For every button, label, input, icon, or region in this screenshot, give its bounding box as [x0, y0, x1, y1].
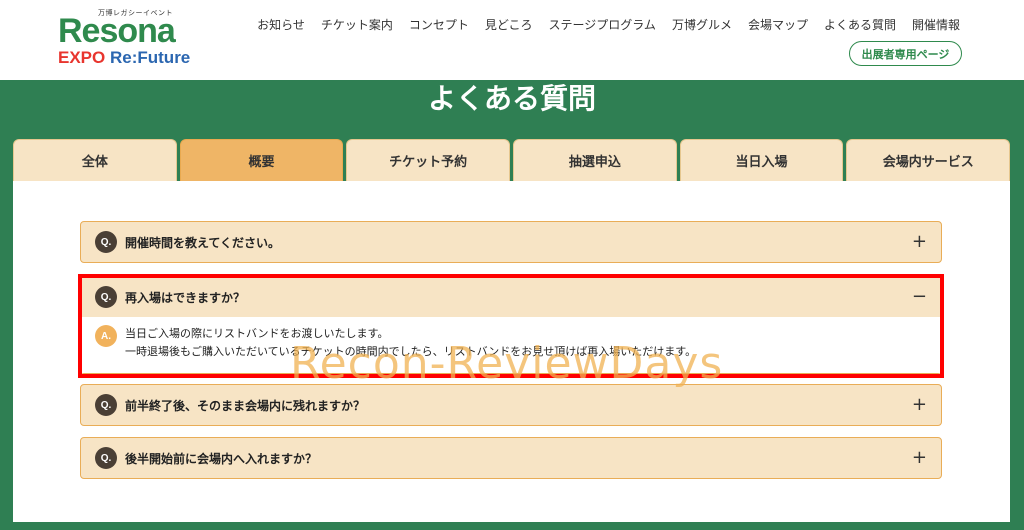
nav-concept[interactable]: コンセプト [409, 16, 469, 33]
tab-same-day-entry[interactable]: 当日入場 [679, 139, 844, 181]
logo-brand: Resona [58, 12, 176, 50]
faq-item: Q. 後半開始前に会場内へ入れますか？ + [80, 437, 942, 479]
nav-highlights[interactable]: 見どころ [485, 16, 533, 33]
minus-icon[interactable]: − [912, 288, 927, 306]
nav-venue-map[interactable]: 会場マップ [748, 16, 808, 33]
faq-question: 後半開始前に会場内へ入れますか？ [125, 451, 318, 466]
plus-icon[interactable]: + [912, 396, 927, 414]
question-badge: Q. [95, 394, 117, 416]
logo-refuture: Re:Future [109, 48, 191, 67]
nav-tickets[interactable]: チケット案内 [321, 16, 393, 33]
nav-gourmet[interactable]: 万博グルメ [672, 16, 732, 33]
faq-question-row[interactable]: Q. 再入場はできますか？ − [81, 277, 941, 317]
site-header: 万博レガシーイベント Resona EXPO Re:Future お知らせ チケ… [0, 0, 1024, 80]
faq-question: 再入場はできますか？ [125, 290, 246, 305]
question-badge: Q. [95, 286, 117, 308]
faq-item-expanded: Q. 再入場はできますか？ − A. 当日ご入場の際にリストバンドをお渡しいたし… [80, 276, 942, 374]
tab-overview[interactable]: 概要 [179, 139, 344, 181]
category-tabs: 全体 概要 チケット予約 抽選申込 当日入場 会場内サービス [13, 139, 1011, 181]
faq-question-row[interactable]: Q. 後半開始前に会場内へ入れますか？ + [81, 438, 941, 478]
faq-answer: A. 当日ご入場の際にリストバンドをお渡しいたします。 一時退場後もご購入いただ… [81, 317, 941, 373]
logo-expo: EXPO [58, 48, 106, 67]
faq-item: Q. 前半終了後、そのまま会場内に残れますか？ + [80, 384, 942, 426]
answer-line-1: 当日ご入場の際にリストバンドをお渡しいたします。 [125, 327, 389, 340]
answer-badge: A. [95, 325, 117, 347]
page-title: よくある質問 [427, 82, 596, 115]
faq-question: 開催時間を教えてください。 [125, 235, 281, 250]
faq-question-row[interactable]: Q. 開催時間を教えてください。 + [81, 222, 941, 262]
nav-faq[interactable]: よくある質問 [824, 16, 896, 33]
nav-news[interactable]: お知らせ [257, 16, 305, 33]
faq-question: 前半終了後、そのまま会場内に残れますか？ [125, 398, 366, 413]
plus-icon[interactable]: + [912, 449, 927, 467]
tab-venue-services[interactable]: 会場内サービス [846, 139, 1011, 181]
nav-stage-program[interactable]: ステージプログラム [549, 16, 656, 33]
answer-line-2: 一時退場後もご購入いただいているチケットの時間内でしたら、リストバンドをお見せ頂… [125, 345, 697, 358]
tab-lottery[interactable]: 抽選申込 [513, 139, 677, 181]
nav-event-info[interactable]: 開催情報 [912, 16, 960, 33]
tab-all[interactable]: 全体 [13, 139, 177, 181]
answer-text: 当日ご入場の際にリストバンドをお渡しいたします。 一時退場後もご購入いただいてい… [125, 325, 696, 361]
plus-icon[interactable]: + [912, 233, 927, 251]
faq-question-row[interactable]: Q. 前半終了後、そのまま会場内に残れますか？ + [81, 385, 941, 425]
main-nav: お知らせ チケット案内 コンセプト 見どころ ステージプログラム 万博グルメ 会… [257, 16, 960, 33]
logo-sub: EXPO Re:Future [58, 48, 190, 68]
faq-item: Q. 開催時間を教えてください。 + [80, 221, 942, 263]
tab-ticket-booking[interactable]: チケット予約 [346, 139, 511, 181]
question-badge: Q. [95, 231, 117, 253]
question-badge: Q. [95, 447, 117, 469]
site-logo[interactable]: 万博レガシーイベント Resona EXPO Re:Future [58, 8, 208, 68]
exhibitor-page-button[interactable]: 出展者専用ページ [849, 41, 962, 66]
